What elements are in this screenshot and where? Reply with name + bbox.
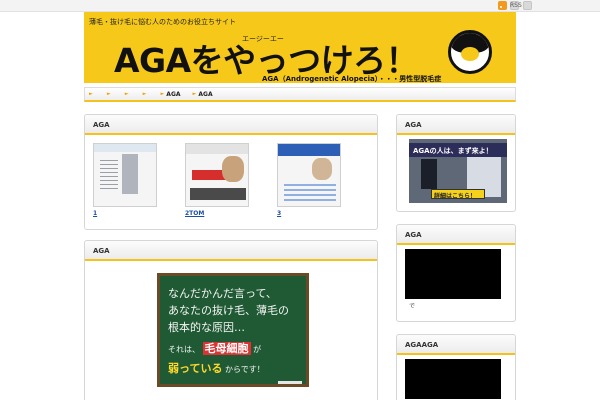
sidebar-video-caption: で [409,303,416,310]
thumbnail-image[interactable] [93,143,157,207]
blackboard-image: なんだかんだ言って、 あなたの抜け毛、薄毛の 根本的な原因… それは、 毛母細胞… [157,273,309,387]
blackboard-line-4-suffix: が [253,345,262,354]
thumbnail-caption[interactable]: 3 [277,210,341,217]
nav-arrow-icon: ► [124,91,129,97]
blackboard-line-5-suffix: からです！ [225,365,265,374]
banner-subtitle: AGA（Androgenetic Alopecia）・・・男性型脱毛症 [262,75,442,83]
nav-arrow-icon: ► [106,91,111,97]
blackboard-line-3: 根本的な原因… [168,321,245,334]
sidebar-widget-3: AGAAGA [396,334,516,400]
sidebar-ad-headline: AGAの人は、まず来よ！ [409,143,507,157]
thumbnail-item[interactable]: 3 [277,143,341,217]
nav-item-3[interactable]: ► [125,91,131,97]
blackboard-highlight-cell: 毛母細胞 [202,342,251,355]
blackboard-highlight-weak: 弱っている [168,362,223,375]
header-banner[interactable]: 薄毛・抜け毛に悩む人のためのお役立ちサイト エージーエー AGAをやっつけろ！ … [84,12,516,83]
featured-panel-title: AGA [85,115,377,135]
nav-label: AGA [166,90,181,98]
banner-tagline: 薄毛・抜け毛に悩む人のためのお役立ちサイト [89,18,236,26]
sidebar-widget-2-title: AGA [397,225,515,245]
thumb-text-lines [284,184,336,204]
nav-label: AGA [198,90,213,98]
rss-link[interactable]: RSS [498,1,522,10]
nav-item-6[interactable]: ► AGA [193,91,213,98]
rss-icon [498,1,507,10]
thumb-header [278,144,340,156]
blackboard-line-4: それは、 毛母細胞 が [168,340,261,356]
sidebar-ad-button[interactable]: 詳細はこちら！ [431,189,485,199]
thumb-face [222,156,244,182]
sidebar-video-player-2[interactable] [405,359,501,399]
article-panel: AGA なんだかんだ言って、 あなたの抜け毛、薄毛の 根本的な原因… それは、 … [84,240,378,400]
thumbnail-list: 1 2TOM 3 [93,143,341,217]
thumb-header [186,144,248,154]
thumbnail-item[interactable]: 1 [93,143,157,217]
thumbnail-caption[interactable]: 2TOM [185,210,249,217]
sidebar-widget-2: AGA で [396,224,516,322]
thumb-red-label [192,170,226,180]
blackboard-surface: なんだかんだ言って、 あなたの抜け毛、薄毛の 根本的な原因… それは、 毛母細胞… [160,276,306,384]
thumbnail-caption[interactable]: 1 [93,210,157,217]
top-utility-bar: RSS [0,0,600,12]
nav-arrow-icon: ► [160,91,165,97]
blackboard-line-2: あなたの抜け毛、薄毛の [168,304,289,317]
blackboard-line-1: なんだかんだ言って、 [168,287,277,300]
nav-arrow-icon: ► [142,91,147,97]
thumb-strip [190,188,246,200]
print-icon[interactable] [523,1,532,10]
thumbnail-image[interactable] [185,143,249,207]
rss-label: RSS [510,2,522,9]
sidebar-ad-door [421,159,437,189]
article-panel-title: AGA [85,241,377,261]
thumb-figure [122,154,138,194]
nav-arrow-icon: ► [192,91,197,97]
main-nav: ► ► ► ► ► AGA ► AGA [84,87,516,102]
blackboard-line-5: 弱っている からです！ [168,360,265,376]
sidebar-widget-1: AGA AGAの人は、まず来よ！ 詳細はこちら！ [396,114,516,212]
blackboard-line-4-prefix: それは、 [168,345,200,354]
featured-panel: AGA 1 2TOM 3 [84,114,378,230]
thumbnail-image[interactable] [277,143,341,207]
thumb-text-lines [100,160,118,190]
sidebar-widget-1-title: AGA [397,115,515,135]
mascot-face [461,47,479,61]
mascot-logo-icon [448,30,492,74]
nav-arrow-icon: ► [89,91,93,97]
nav-item-5[interactable]: ► AGA [160,91,180,98]
sidebar-ad-banner[interactable]: AGAの人は、まず来よ！ 詳細はこちら！ [409,139,507,203]
nav-item-4[interactable]: ► [143,91,149,97]
thumb-face [312,158,332,180]
nav-item-1[interactable]: ► [89,91,95,97]
chalk-icon [278,381,302,384]
nav-item-2[interactable]: ► [107,91,113,97]
sidebar-widget-3-title: AGAAGA [397,335,515,355]
sidebar-video-player[interactable] [405,249,501,299]
thumbnail-item[interactable]: 2TOM [185,143,249,217]
thumb-header [94,144,156,152]
